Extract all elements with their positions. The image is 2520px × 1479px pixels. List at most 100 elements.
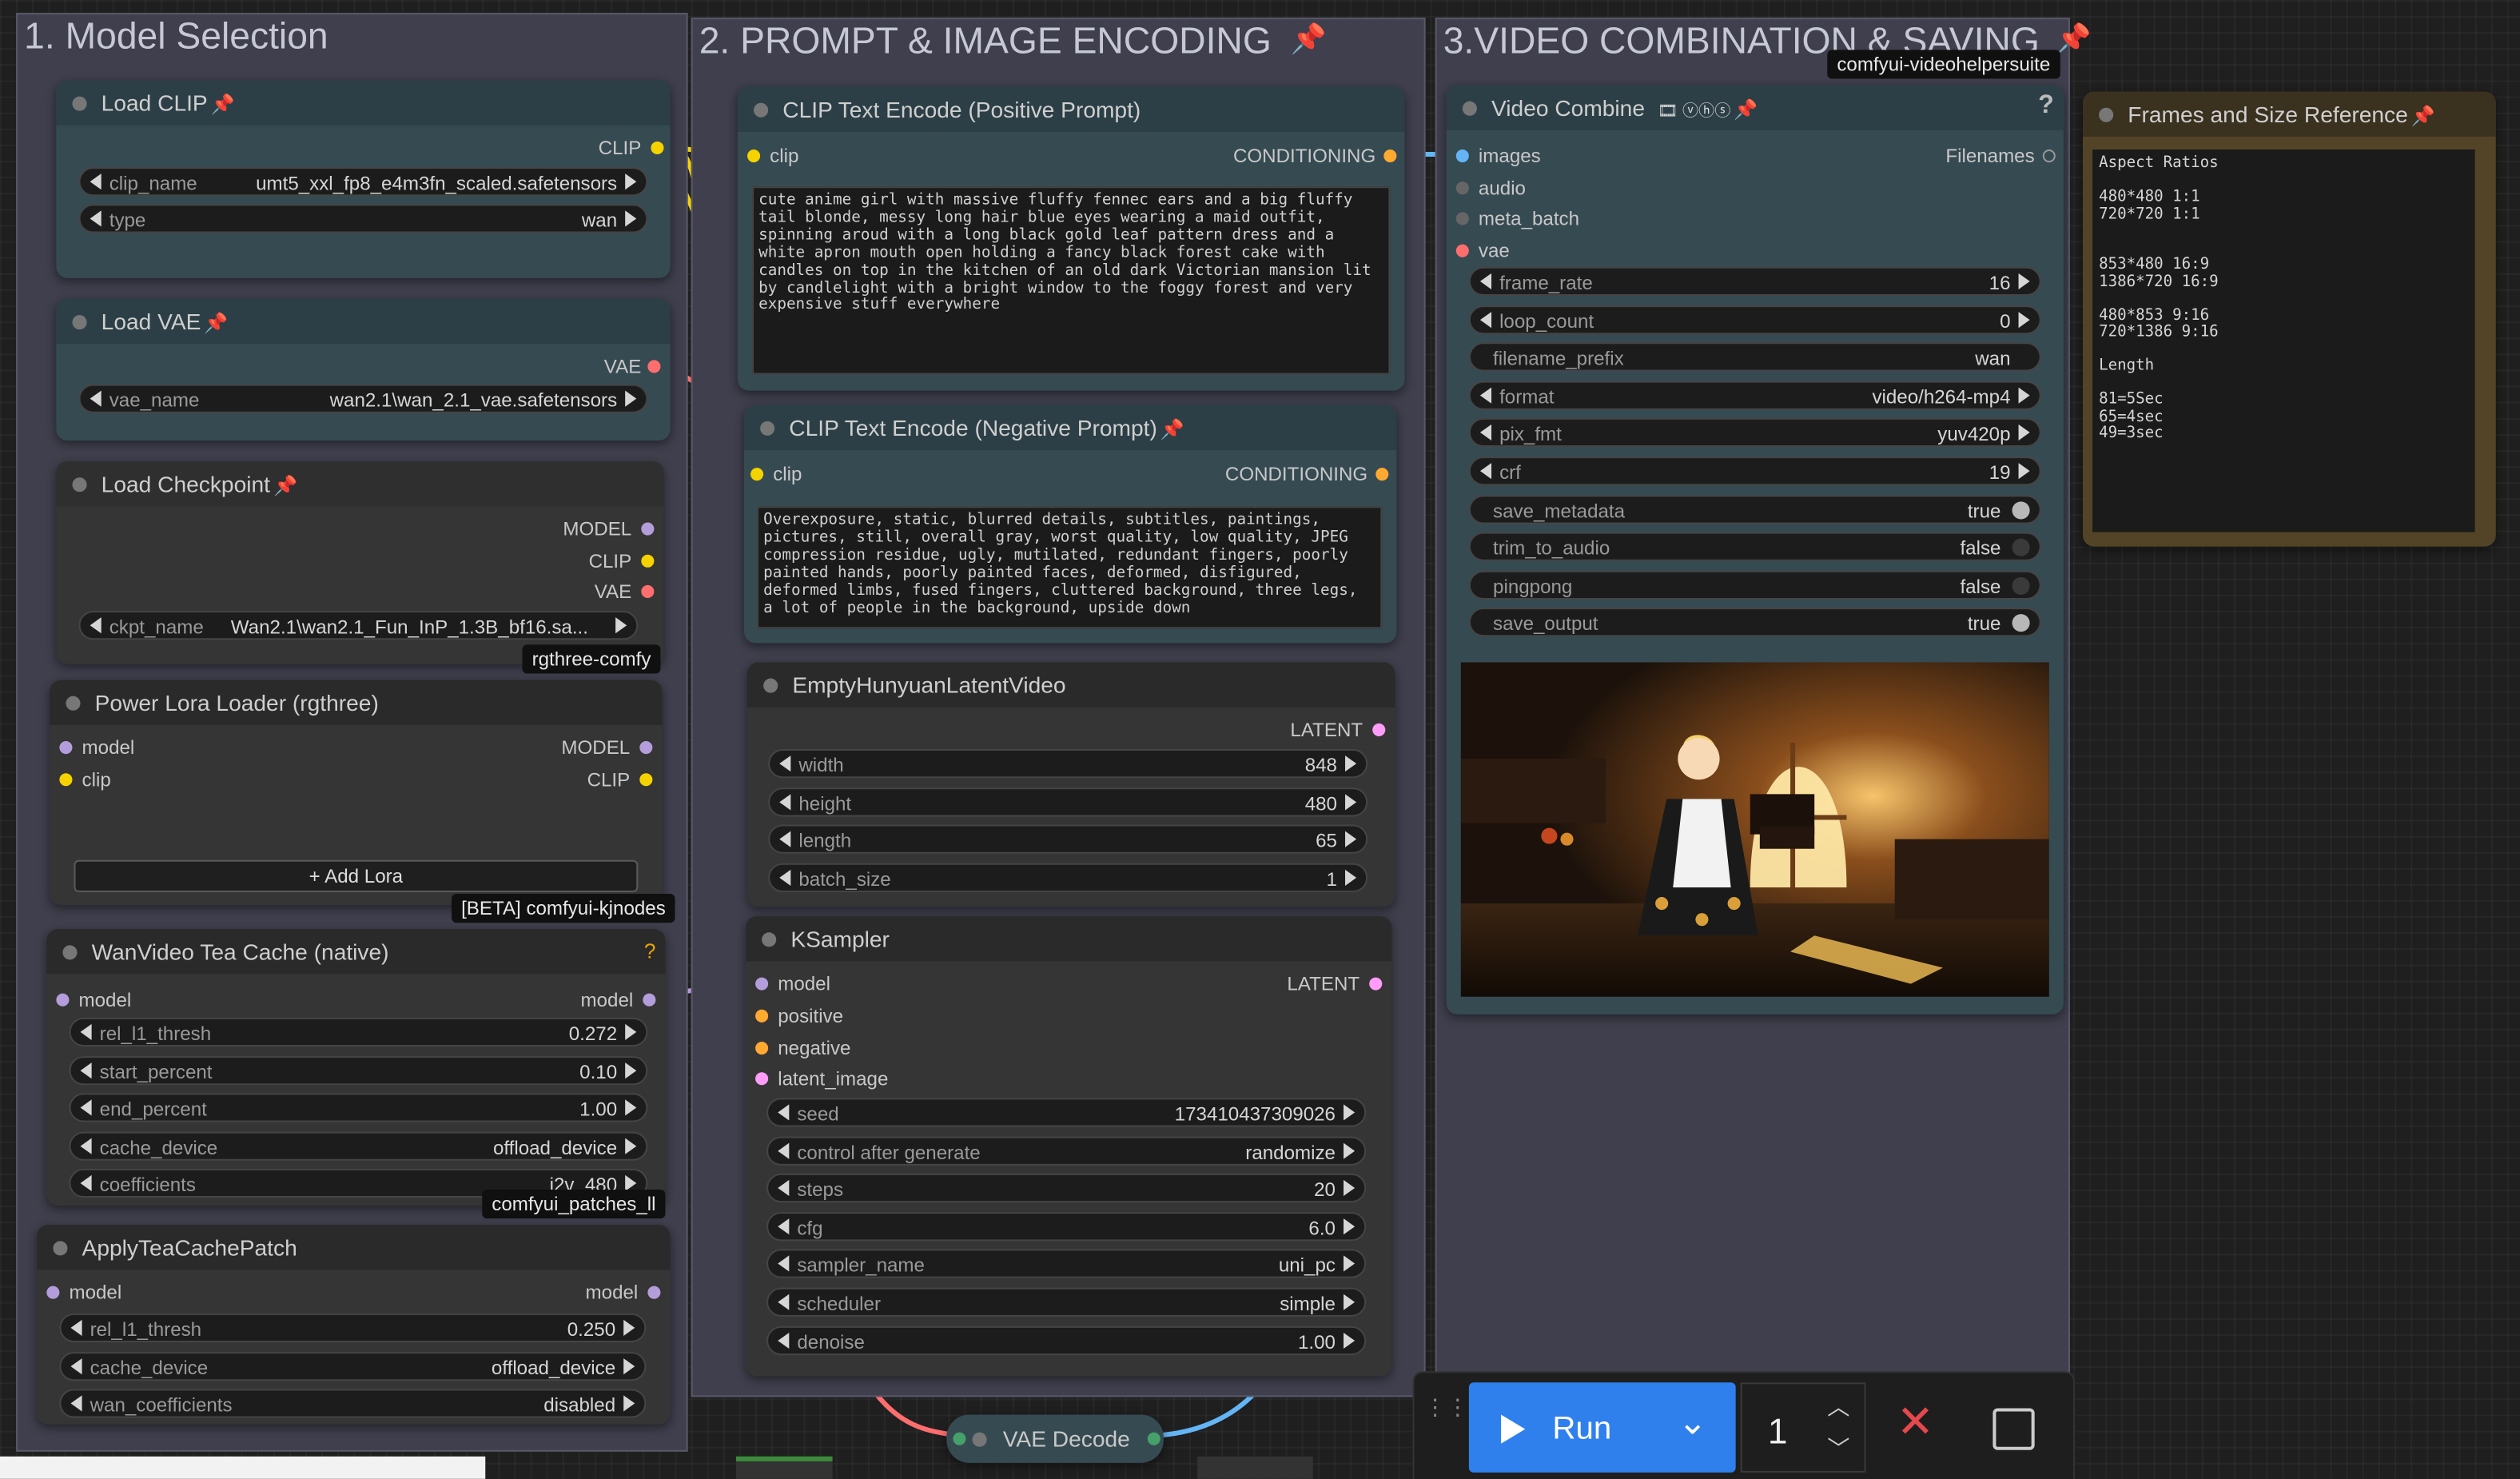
widget-save-output[interactable]: save_output true [1468, 608, 2041, 638]
node-title-bar[interactable]: Frames and Size Reference 📌 [2082, 91, 2496, 137]
video-preview[interactable] [1460, 662, 2049, 997]
node-title-bar[interactable]: Load Checkpoint 📌 [56, 461, 664, 507]
node-clip-text-encode-negative[interactable]: CLIP Text Encode (Negative Prompt) 📌 clip… [744, 405, 1397, 644]
decrement-arrow[interactable] [778, 1142, 790, 1158]
input-model-dot[interactable] [56, 993, 70, 1007]
node-title-bar[interactable]: CLIP Text Encode (Negative Prompt) 📌 [744, 405, 1397, 451]
node-title-bar[interactable]: ApplyTeaCachePatch [37, 1225, 671, 1270]
increment-arrow[interactable] [1344, 1218, 1356, 1234]
input-negative-dot[interactable] [755, 1041, 769, 1054]
node-title-bar[interactable]: KSampler [746, 916, 1392, 962]
widget-rel-l1-thresh[interactable]: rel_l1_thresh 0.250 [59, 1313, 647, 1343]
output-conditioning-dot[interactable] [1383, 149, 1397, 163]
widget-control-after-generate[interactable]: control after generate randomize [766, 1135, 1367, 1166]
input-images-dot[interactable] [1455, 149, 1469, 163]
decrement-arrow[interactable] [779, 869, 791, 886]
collapse-dot[interactable] [754, 102, 769, 118]
input-vae-dot[interactable] [1455, 244, 1469, 257]
output-clip-dot[interactable] [641, 554, 655, 568]
collapse-dot[interactable] [72, 315, 87, 330]
node-title-bar[interactable]: Power Lora Loader (rgthree) [50, 680, 663, 725]
node-clip-text-encode-positive[interactable]: CLIP Text Encode (Positive Prompt) clip … [737, 86, 1405, 391]
increment-arrow[interactable] [2018, 425, 2030, 441]
collapse-dot[interactable] [53, 1241, 68, 1256]
widget-height[interactable]: height 480 [768, 787, 1368, 816]
widget-sampler-name[interactable]: sampler_name uni_pc [766, 1250, 1367, 1279]
widget-ckpt-name[interactable]: ckpt_name Wan2.1\wan2.1_Fun_InP_1.3B_bf1… [78, 611, 639, 640]
increment-arrow[interactable] [625, 1023, 637, 1040]
negative-prompt-textarea[interactable]: Overexposure, static, blurred details, s… [757, 506, 1383, 629]
increment-arrow[interactable] [1344, 1180, 1356, 1197]
increment-arrow[interactable] [625, 1138, 637, 1154]
widget-cache-device[interactable]: cache_device offload_device [59, 1351, 647, 1381]
input-model-dot[interactable] [755, 977, 769, 991]
decrement-arrow[interactable] [778, 1294, 790, 1310]
increment-icon[interactable]: ︿ [1827, 1390, 1849, 1422]
input-audio-dot[interactable] [1455, 181, 1469, 194]
decrement-arrow[interactable] [1479, 463, 1492, 480]
decrement-arrow[interactable] [80, 1099, 92, 1116]
widget-save-metadata[interactable]: save_metadata true [1468, 494, 2041, 524]
toggle-knob[interactable] [2012, 576, 2030, 595]
widget-rel-l1-thresh[interactable]: rel_l1_thresh 0.272 [69, 1017, 648, 1047]
toggle-knob[interactable] [2012, 614, 2030, 633]
widget-scheduler[interactable]: scheduler simple [766, 1287, 1367, 1317]
decrement-arrow[interactable] [1479, 387, 1492, 404]
decrement-arrow[interactable] [778, 1104, 790, 1121]
add-lora-button[interactable]: + Add Lora [74, 859, 639, 892]
node-load-vae[interactable]: Load VAE 📌 VAE vae_name wan2.1\wan_2.1_va… [56, 299, 671, 441]
collapse-dot[interactable] [762, 932, 777, 947]
decrement-arrow[interactable] [80, 1062, 92, 1078]
output-latent-dot[interactable] [1372, 723, 1386, 736]
widget-crf[interactable]: crf 19 [1468, 456, 2041, 486]
increment-arrow[interactable] [1345, 869, 1357, 886]
widget-seed[interactable]: seed 173410437309026 [766, 1098, 1367, 1127]
node-video-combine[interactable]: Video Combine 🎞 ⓥⓗⓢ 📌 ? images audio meta_b… [1446, 85, 2064, 1015]
help-icon[interactable]: ? [644, 939, 656, 963]
widget-pix-fmt[interactable]: pix_fmt yuv420p [1468, 418, 2041, 448]
node-title-bar[interactable]: Load CLIP 📌 [56, 80, 671, 126]
widget-vae-name[interactable]: vae_name wan2.1\wan_2.1_vae.safetensors [78, 384, 648, 413]
widget-cfg[interactable]: cfg 6.0 [766, 1211, 1367, 1241]
increment-arrow[interactable] [2018, 273, 2030, 289]
increment-arrow[interactable] [1345, 755, 1357, 772]
increment-arrow[interactable] [1344, 1142, 1356, 1158]
widget-clip-name[interactable]: clip_name umt5_xxl_fp8_e4m3fn_scaled.saf… [78, 167, 648, 197]
node-vae-decode[interactable]: VAE Decode [946, 1414, 1164, 1463]
decrement-icon[interactable]: ﹀ [1827, 1433, 1849, 1465]
collapse-dot[interactable] [763, 678, 778, 693]
decrement-arrow[interactable] [779, 793, 791, 810]
toggle-knob[interactable] [2012, 500, 2030, 519]
widget-end-percent[interactable]: end_percent 1.00 [69, 1093, 648, 1122]
widget-steps[interactable]: steps 20 [766, 1174, 1367, 1203]
increment-arrow[interactable] [2018, 463, 2030, 480]
widget-frame-rate[interactable]: frame_rate 16 [1468, 266, 2041, 296]
collapse-dot[interactable] [760, 421, 775, 436]
decrement-arrow[interactable] [778, 1218, 790, 1234]
collapse-dot[interactable] [62, 945, 78, 960]
output-model-dot[interactable] [643, 993, 656, 1007]
node-title-bar[interactable]: CLIP Text Encode (Positive Prompt) [737, 86, 1405, 132]
decrement-arrow[interactable] [90, 173, 102, 190]
node-empty-hunyuan-latent-video[interactable]: EmptyHunyuanLatentVideo LATENT width 848 h… [747, 662, 1395, 907]
drag-handle-icon[interactable]: ⋮⋮ [1424, 1395, 1469, 1417]
widget-start-percent[interactable]: start_percent 0.10 [69, 1055, 648, 1085]
toggle-knob[interactable] [2012, 538, 2030, 557]
help-icon[interactable]: ? [2038, 92, 2054, 121]
widget-denoise[interactable]: denoise 1.00 [766, 1326, 1367, 1355]
decrement-arrow[interactable] [778, 1256, 790, 1273]
widget-cache-device[interactable]: cache_device offload_device [69, 1131, 648, 1161]
output-clip-dot[interactable] [639, 773, 653, 787]
decrement-arrow[interactable] [779, 831, 791, 848]
output-model-dot[interactable] [647, 1286, 661, 1299]
decrement-arrow[interactable] [778, 1180, 790, 1197]
increment-arrow[interactable] [2018, 387, 2030, 404]
increment-arrow[interactable] [1345, 831, 1357, 848]
collapse-dot[interactable] [2099, 107, 2114, 122]
increment-arrow[interactable] [625, 173, 637, 190]
node-title-bar[interactable]: WanVideo Tea Cache (native) ? [46, 929, 666, 975]
note-textarea[interactable]: Aspect Ratios 480*480 1:1 720*720 1:1 85… [2092, 149, 2475, 532]
queue-count-input[interactable]: 1 ︿ ﹀ [1740, 1382, 1866, 1473]
output-clip-dot[interactable] [651, 141, 664, 155]
increment-arrow[interactable] [623, 1395, 635, 1412]
